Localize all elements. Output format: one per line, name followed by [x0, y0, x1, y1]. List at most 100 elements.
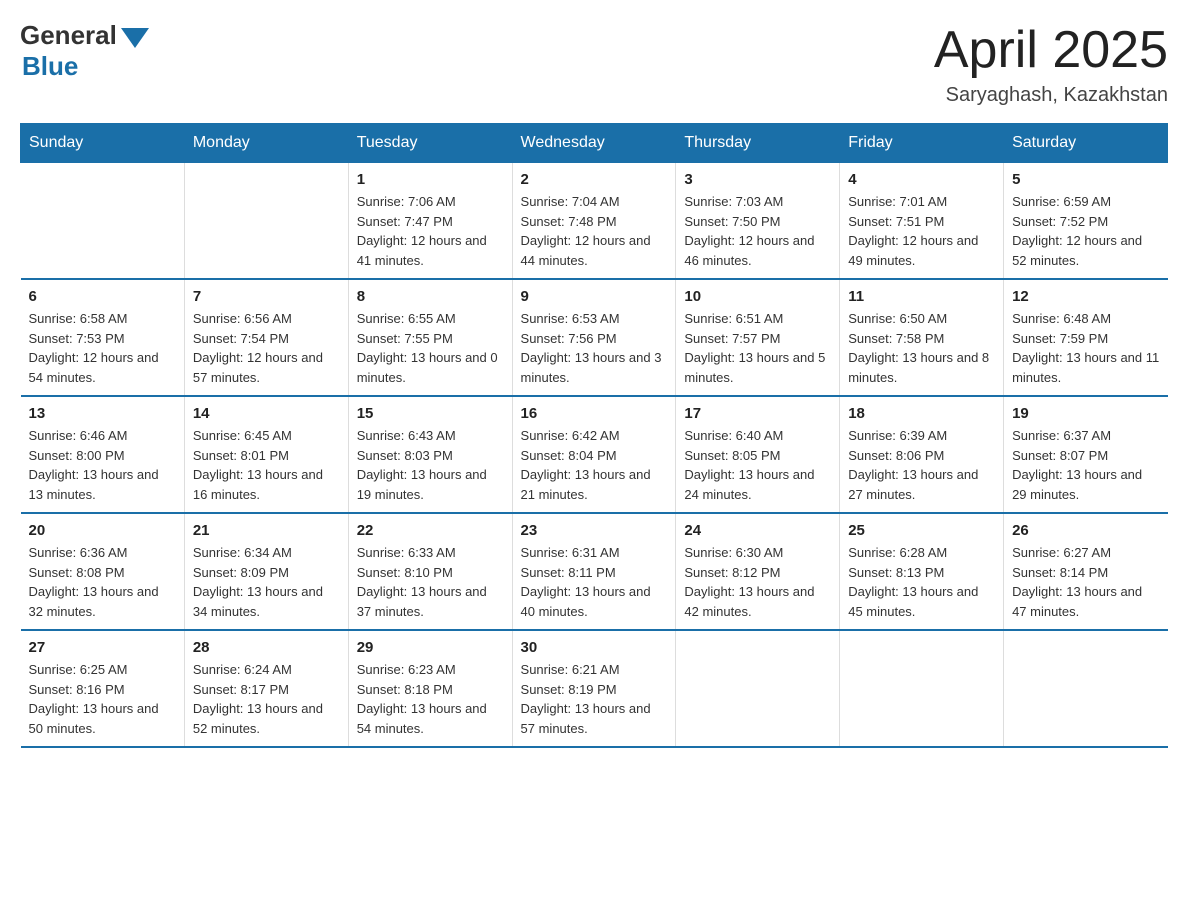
day-number: 5: [1012, 171, 1159, 188]
logo-general-text: General: [20, 20, 117, 51]
day-info: Sunrise: 6:51 AMSunset: 7:57 PMDaylight:…: [684, 309, 831, 387]
calendar-cell: 7 Sunrise: 6:56 AMSunset: 7:54 PMDaylight…: [184, 279, 348, 396]
day-number: 30: [521, 639, 668, 656]
day-info: Sunrise: 6:39 AMSunset: 8:06 PMDaylight:…: [848, 426, 995, 504]
day-number: 22: [357, 522, 504, 539]
weekday-header-thursday: Thursday: [676, 124, 840, 163]
day-info: Sunrise: 6:37 AMSunset: 8:07 PMDaylight:…: [1012, 426, 1159, 504]
calendar-week-row: 1 Sunrise: 7:06 AMSunset: 7:47 PMDaylight…: [21, 163, 1168, 280]
calendar-week-row: 20 Sunrise: 6:36 AMSunset: 8:08 PMDayligh…: [21, 513, 1168, 630]
day-number: 2: [521, 171, 668, 188]
calendar-cell: 20 Sunrise: 6:36 AMSunset: 8:08 PMDayligh…: [21, 513, 185, 630]
day-number: 10: [684, 288, 831, 305]
logo-triangle-icon: [121, 28, 149, 48]
weekday-header-friday: Friday: [840, 124, 1004, 163]
calendar-week-row: 27Sunrise: 6:25 AMSunset: 8:16 PMDayligh…: [21, 630, 1168, 747]
calendar-cell: 22Sunrise: 6:33 AMSunset: 8:10 PMDayligh…: [348, 513, 512, 630]
day-number: 19: [1012, 405, 1159, 422]
day-number: 13: [29, 405, 176, 422]
day-info: Sunrise: 6:36 AMSunset: 8:08 PMDaylight:…: [29, 543, 176, 621]
calendar-cell: 8 Sunrise: 6:55 AMSunset: 7:55 PMDaylight…: [348, 279, 512, 396]
calendar-cell: 5 Sunrise: 6:59 AMSunset: 7:52 PMDaylight…: [1004, 163, 1168, 280]
day-number: 7: [193, 288, 340, 305]
day-info: Sunrise: 6:53 AMSunset: 7:56 PMDaylight:…: [521, 309, 668, 387]
day-number: 16: [521, 405, 668, 422]
day-info: Sunrise: 6:58 AMSunset: 7:53 PMDaylight:…: [29, 309, 176, 387]
logo: General Blue: [20, 20, 149, 82]
weekday-header-monday: Monday: [184, 124, 348, 163]
calendar-cell: [676, 630, 840, 747]
day-info: Sunrise: 6:34 AMSunset: 8:09 PMDaylight:…: [193, 543, 340, 621]
day-info: Sunrise: 7:04 AMSunset: 7:48 PMDaylight:…: [521, 192, 668, 270]
day-info: Sunrise: 6:46 AMSunset: 8:00 PMDaylight:…: [29, 426, 176, 504]
weekday-header-tuesday: Tuesday: [348, 124, 512, 163]
day-number: 6: [29, 288, 176, 305]
day-number: 14: [193, 405, 340, 422]
day-number: 8: [357, 288, 504, 305]
calendar-cell: 24Sunrise: 6:30 AMSunset: 8:12 PMDayligh…: [676, 513, 840, 630]
calendar-cell: 10 Sunrise: 6:51 AMSunset: 7:57 PMDayligh…: [676, 279, 840, 396]
title-block: April 2025 Saryaghash, Kazakhstan: [934, 20, 1168, 107]
calendar-cell: 6 Sunrise: 6:58 AMSunset: 7:53 PMDaylight…: [21, 279, 185, 396]
calendar-cell: 3 Sunrise: 7:03 AMSunset: 7:50 PMDaylight…: [676, 163, 840, 280]
day-info: Sunrise: 6:45 AMSunset: 8:01 PMDaylight:…: [193, 426, 340, 504]
logo-blue-text: Blue: [22, 51, 78, 82]
day-number: 1: [357, 171, 504, 188]
day-number: 4: [848, 171, 995, 188]
calendar-cell: 11 Sunrise: 6:50 AMSunset: 7:58 PMDayligh…: [840, 279, 1004, 396]
calendar-cell: 27Sunrise: 6:25 AMSunset: 8:16 PMDayligh…: [21, 630, 185, 747]
day-number: 17: [684, 405, 831, 422]
calendar-cell: [840, 630, 1004, 747]
calendar-cell: 15Sunrise: 6:43 AMSunset: 8:03 PMDayligh…: [348, 396, 512, 513]
day-number: 12: [1012, 288, 1159, 305]
calendar-cell: 23 Sunrise: 6:31 AMSunset: 8:11 PMDayligh…: [512, 513, 676, 630]
day-info: Sunrise: 6:56 AMSunset: 7:54 PMDaylight:…: [193, 309, 340, 387]
day-info: Sunrise: 7:03 AMSunset: 7:50 PMDaylight:…: [684, 192, 831, 270]
day-number: 3: [684, 171, 831, 188]
day-info: Sunrise: 6:30 AMSunset: 8:12 PMDaylight:…: [684, 543, 831, 621]
calendar-cell: 29Sunrise: 6:23 AMSunset: 8:18 PMDayligh…: [348, 630, 512, 747]
day-info: Sunrise: 6:31 AMSunset: 8:11 PMDaylight:…: [521, 543, 668, 621]
day-info: Sunrise: 7:01 AMSunset: 7:51 PMDaylight:…: [848, 192, 995, 270]
calendar-cell: 17 Sunrise: 6:40 AMSunset: 8:05 PMDayligh…: [676, 396, 840, 513]
day-info: Sunrise: 6:40 AMSunset: 8:05 PMDaylight:…: [684, 426, 831, 504]
day-number: 11: [848, 288, 995, 305]
calendar-table: SundayMondayTuesdayWednesdayThursdayFrid…: [20, 123, 1168, 748]
location-text: Saryaghash, Kazakhstan: [934, 84, 1168, 107]
day-info: Sunrise: 6:59 AMSunset: 7:52 PMDaylight:…: [1012, 192, 1159, 270]
day-number: 28: [193, 639, 340, 656]
day-number: 20: [29, 522, 176, 539]
day-info: Sunrise: 6:21 AMSunset: 8:19 PMDaylight:…: [521, 660, 668, 738]
month-title: April 2025: [934, 20, 1168, 80]
calendar-cell: 26 Sunrise: 6:27 AMSunset: 8:14 PMDayligh…: [1004, 513, 1168, 630]
day-info: Sunrise: 6:55 AMSunset: 7:55 PMDaylight:…: [357, 309, 504, 387]
calendar-cell: 16Sunrise: 6:42 AMSunset: 8:04 PMDayligh…: [512, 396, 676, 513]
calendar-cell: 28 Sunrise: 6:24 AMSunset: 8:17 PMDayligh…: [184, 630, 348, 747]
day-number: 29: [357, 639, 504, 656]
day-info: Sunrise: 6:25 AMSunset: 8:16 PMDaylight:…: [29, 660, 176, 738]
calendar-cell: 12Sunrise: 6:48 AMSunset: 7:59 PMDayligh…: [1004, 279, 1168, 396]
day-number: 18: [848, 405, 995, 422]
calendar-cell: 30 Sunrise: 6:21 AMSunset: 8:19 PMDayligh…: [512, 630, 676, 747]
day-number: 23: [521, 522, 668, 539]
calendar-cell: 21 Sunrise: 6:34 AMSunset: 8:09 PMDayligh…: [184, 513, 348, 630]
day-info: Sunrise: 6:27 AMSunset: 8:14 PMDaylight:…: [1012, 543, 1159, 621]
weekday-header-wednesday: Wednesday: [512, 124, 676, 163]
day-number: 25: [848, 522, 995, 539]
calendar-cell: 9 Sunrise: 6:53 AMSunset: 7:56 PMDaylight…: [512, 279, 676, 396]
day-info: Sunrise: 7:06 AMSunset: 7:47 PMDaylight:…: [357, 192, 504, 270]
day-number: 26: [1012, 522, 1159, 539]
day-number: 9: [521, 288, 668, 305]
day-info: Sunrise: 6:50 AMSunset: 7:58 PMDaylight:…: [848, 309, 995, 387]
calendar-cell: 25 Sunrise: 6:28 AMSunset: 8:13 PMDayligh…: [840, 513, 1004, 630]
calendar-cell: 14 Sunrise: 6:45 AMSunset: 8:01 PMDayligh…: [184, 396, 348, 513]
day-number: 21: [193, 522, 340, 539]
weekday-header-sunday: Sunday: [21, 124, 185, 163]
calendar-cell: 4 Sunrise: 7:01 AMSunset: 7:51 PMDaylight…: [840, 163, 1004, 280]
calendar-cell: 13 Sunrise: 6:46 AMSunset: 8:00 PMDayligh…: [21, 396, 185, 513]
calendar-header-row: SundayMondayTuesdayWednesdayThursdayFrid…: [21, 124, 1168, 163]
day-info: Sunrise: 6:28 AMSunset: 8:13 PMDaylight:…: [848, 543, 995, 621]
calendar-cell: [1004, 630, 1168, 747]
day-info: Sunrise: 6:43 AMSunset: 8:03 PMDaylight:…: [357, 426, 504, 504]
day-info: Sunrise: 6:24 AMSunset: 8:17 PMDaylight:…: [193, 660, 340, 738]
